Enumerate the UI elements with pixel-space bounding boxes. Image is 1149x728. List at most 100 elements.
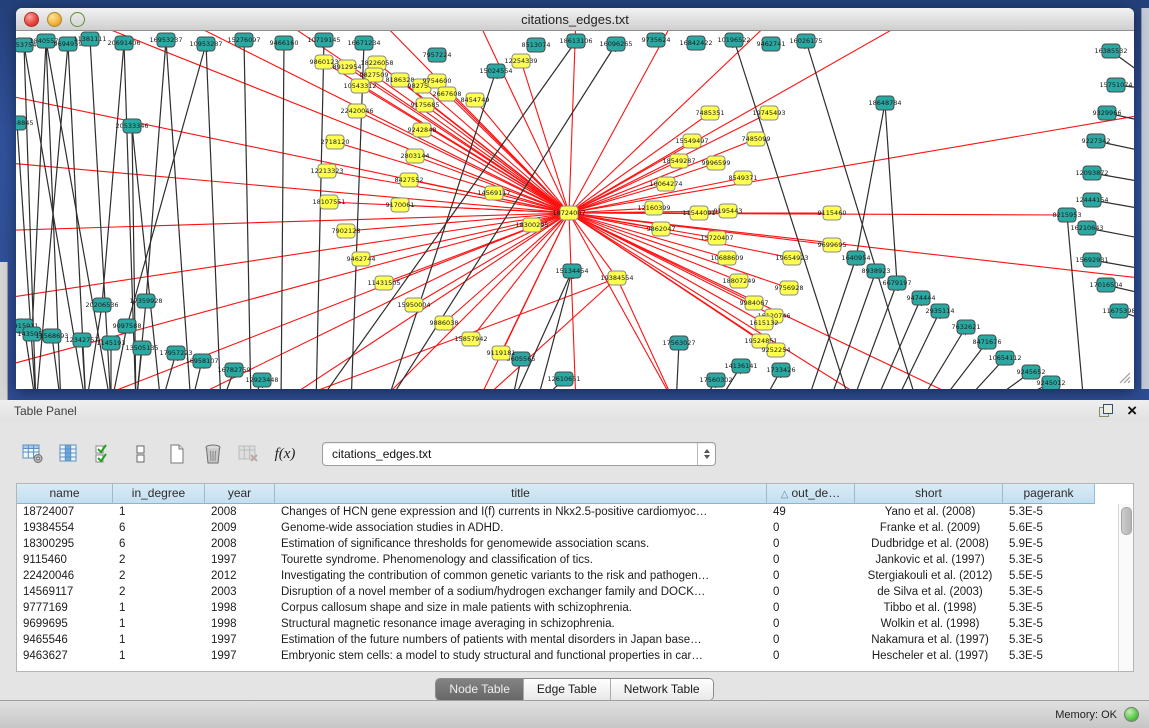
rows-icon[interactable] [126,441,156,467]
table-cell[interactable]: 9777169 [17,600,113,616]
graph-node[interactable]: 16385532 [1094,44,1127,58]
graph-node[interactable]: 15692931 [1075,253,1108,267]
graph-node[interactable]: 7485099 [742,132,771,146]
column-header-year[interactable]: year [205,484,275,504]
graph-node[interactable]: 9195443 [714,204,743,218]
table-cell[interactable]: 5.6E-5 [1003,520,1095,536]
table-cell[interactable]: 2008 [205,504,275,520]
column-header-pagerank[interactable]: pagerank [1003,484,1095,504]
network-window-titlebar[interactable]: citations_edges.txt [16,8,1134,31]
table-cell[interactable]: Structural magnetic resonance image aver… [275,616,767,632]
graph-node[interactable]: 9245012 [1037,376,1066,389]
table-cell[interactable]: 49 [767,504,855,520]
table-cell[interactable]: 2 [113,552,205,568]
table-cell[interactable]: Yano et al. (2008) [855,504,1003,520]
graph-node[interactable]: 7485351 [696,106,725,120]
table-cell[interactable]: 1998 [205,600,275,616]
graph-node[interactable]: 19745493 [752,106,785,120]
select-attributes-icon[interactable] [90,441,120,467]
table-row[interactable]: 969969511998Structural magnetic resonanc… [17,616,1119,632]
table-cell[interactable]: Jankovic et al. (1997) [855,552,1003,568]
table-selector[interactable]: citations_edges.txt [322,442,716,466]
graph-node[interactable]: 12342757 [65,333,98,347]
table-cell[interactable]: 6 [113,536,205,552]
table-row[interactable]: 2242004622012Investigating the contribut… [17,568,1119,584]
tab-network-table[interactable]: Network Table [610,679,713,700]
network-canvas[interactable]: 1872400720537544184055729694959113811112… [16,31,1134,389]
graph-node[interactable]: 8938923 [862,264,891,278]
table-row[interactable]: 911546021997Tourette syndrome. Phenomeno… [17,552,1119,568]
table-cell[interactable]: 1997 [205,632,275,648]
table-row[interactable]: 1872400712008Changes of HCN gene express… [17,504,1119,520]
table-cell[interactable]: 0 [767,568,855,584]
graph-node[interactable]: 9242848 [408,123,437,137]
table-row[interactable]: 1938455462009Genome-wide association stu… [17,520,1119,536]
table-cell[interactable]: 5.3E-5 [1003,632,1095,648]
graph-node[interactable]: 16026175 [789,34,822,48]
graph-node[interactable]: 10953287 [189,37,222,51]
table-cell[interactable]: Stergiakouli et al. (2012) [855,568,1003,584]
table-cell[interactable]: Franke et al. (2009) [855,520,1003,536]
graph-node[interactable]: 1615132 [750,316,779,330]
graph-node[interactable]: 22420046 [340,104,373,118]
graph-node[interactable]: 16953237 [149,33,182,47]
graph-node[interactable]: 8215953 [1053,208,1082,222]
table-cell[interactable]: 1997 [205,552,275,568]
function-builder-icon[interactable]: f(x) [270,441,300,467]
table-cell[interactable]: 18300295 [17,536,113,552]
table-cell[interactable]: 2008 [205,536,275,552]
graph-node[interactable]: 10064274 [649,177,682,191]
graph-node[interactable]: 11568693 [35,329,68,343]
column-header-short[interactable]: short [855,484,1003,504]
table-cell[interactable]: 9465546 [17,632,113,648]
table-cell[interactable]: 2003 [205,584,275,600]
table-cell[interactable]: Dudbridge et al. (2008) [855,536,1003,552]
graph-node[interactable]: 9756928 [775,281,804,295]
graph-node[interactable]: 17016504 [1089,278,1122,292]
table-cell[interactable]: 5.3E-5 [1003,648,1095,664]
graph-node[interactable]: 8513074 [522,38,551,52]
vertical-scrollbar[interactable] [1118,504,1133,671]
graph-node[interactable]: 1733426 [767,363,796,377]
table-cell[interactable]: 0 [767,552,855,568]
tab-edge-table[interactable]: Edge Table [523,679,610,700]
graph-node[interactable]: 18807249 [722,274,755,288]
graph-node[interactable]: 18107551 [312,195,345,209]
graph-node[interactable]: 11675398 [1102,304,1134,318]
table-cell[interactable]: 5.3E-5 [1003,552,1095,568]
table-cell[interactable]: 14569117 [17,584,113,600]
scrollbar-thumb[interactable] [1121,507,1132,535]
table-cell[interactable]: Corpus callosum shape and size in male p… [275,600,767,616]
table-cell[interactable]: Nakamura et al. (1997) [855,632,1003,648]
graph-node[interactable]: 9462744 [347,252,376,266]
table-row[interactable]: 1456911722003Disruption of a novel membe… [17,584,1119,600]
graph-node[interactable]: 18613106 [559,34,592,48]
graph-node[interactable]: 9170061 [386,198,415,212]
graph-node[interactable]: 9245652 [1017,365,1046,379]
table-cell[interactable]: 1997 [205,648,275,664]
graph-node[interactable]: 12213323 [310,164,343,178]
graph-node[interactable]: 16671234 [347,36,380,50]
table-cell[interactable]: 0 [767,632,855,648]
graph-node[interactable]: 9474444 [907,291,936,305]
table-cell[interactable]: Changes of HCN gene expression and I(f) … [275,504,767,520]
table-cell[interactable]: 2012 [205,568,275,584]
table-cell[interactable]: 2 [113,568,205,584]
graph-node[interactable]: 15134454 [555,264,588,278]
graph-node[interactable]: 7957224 [423,48,452,62]
graph-node[interactable]: 14136141 [724,359,757,373]
graph-node[interactable]: 10248845 [16,116,34,130]
column-header-name[interactable]: name [17,484,113,504]
graph-node[interactable]: 8471676 [973,335,1002,349]
graph-node[interactable]: 9735624 [642,33,671,47]
table-column-icon[interactable] [54,441,84,467]
graph-node[interactable]: 20691406 [107,36,140,50]
table-cell[interactable]: de Silva et al. (2003) [855,584,1003,600]
table-cell[interactable]: 22420046 [17,568,113,584]
table-cell[interactable]: 1 [113,616,205,632]
table-cell[interactable]: Genome-wide association studies in ADHD. [275,520,767,536]
column-header-in_degree[interactable]: in_degree [113,484,205,504]
table-cell[interactable]: Estimation of significance thresholds fo… [275,536,767,552]
table-row[interactable]: 977716911998Corpus callosum shape and si… [17,600,1119,616]
table-row[interactable]: 1830029562008Estimation of significance … [17,536,1119,552]
